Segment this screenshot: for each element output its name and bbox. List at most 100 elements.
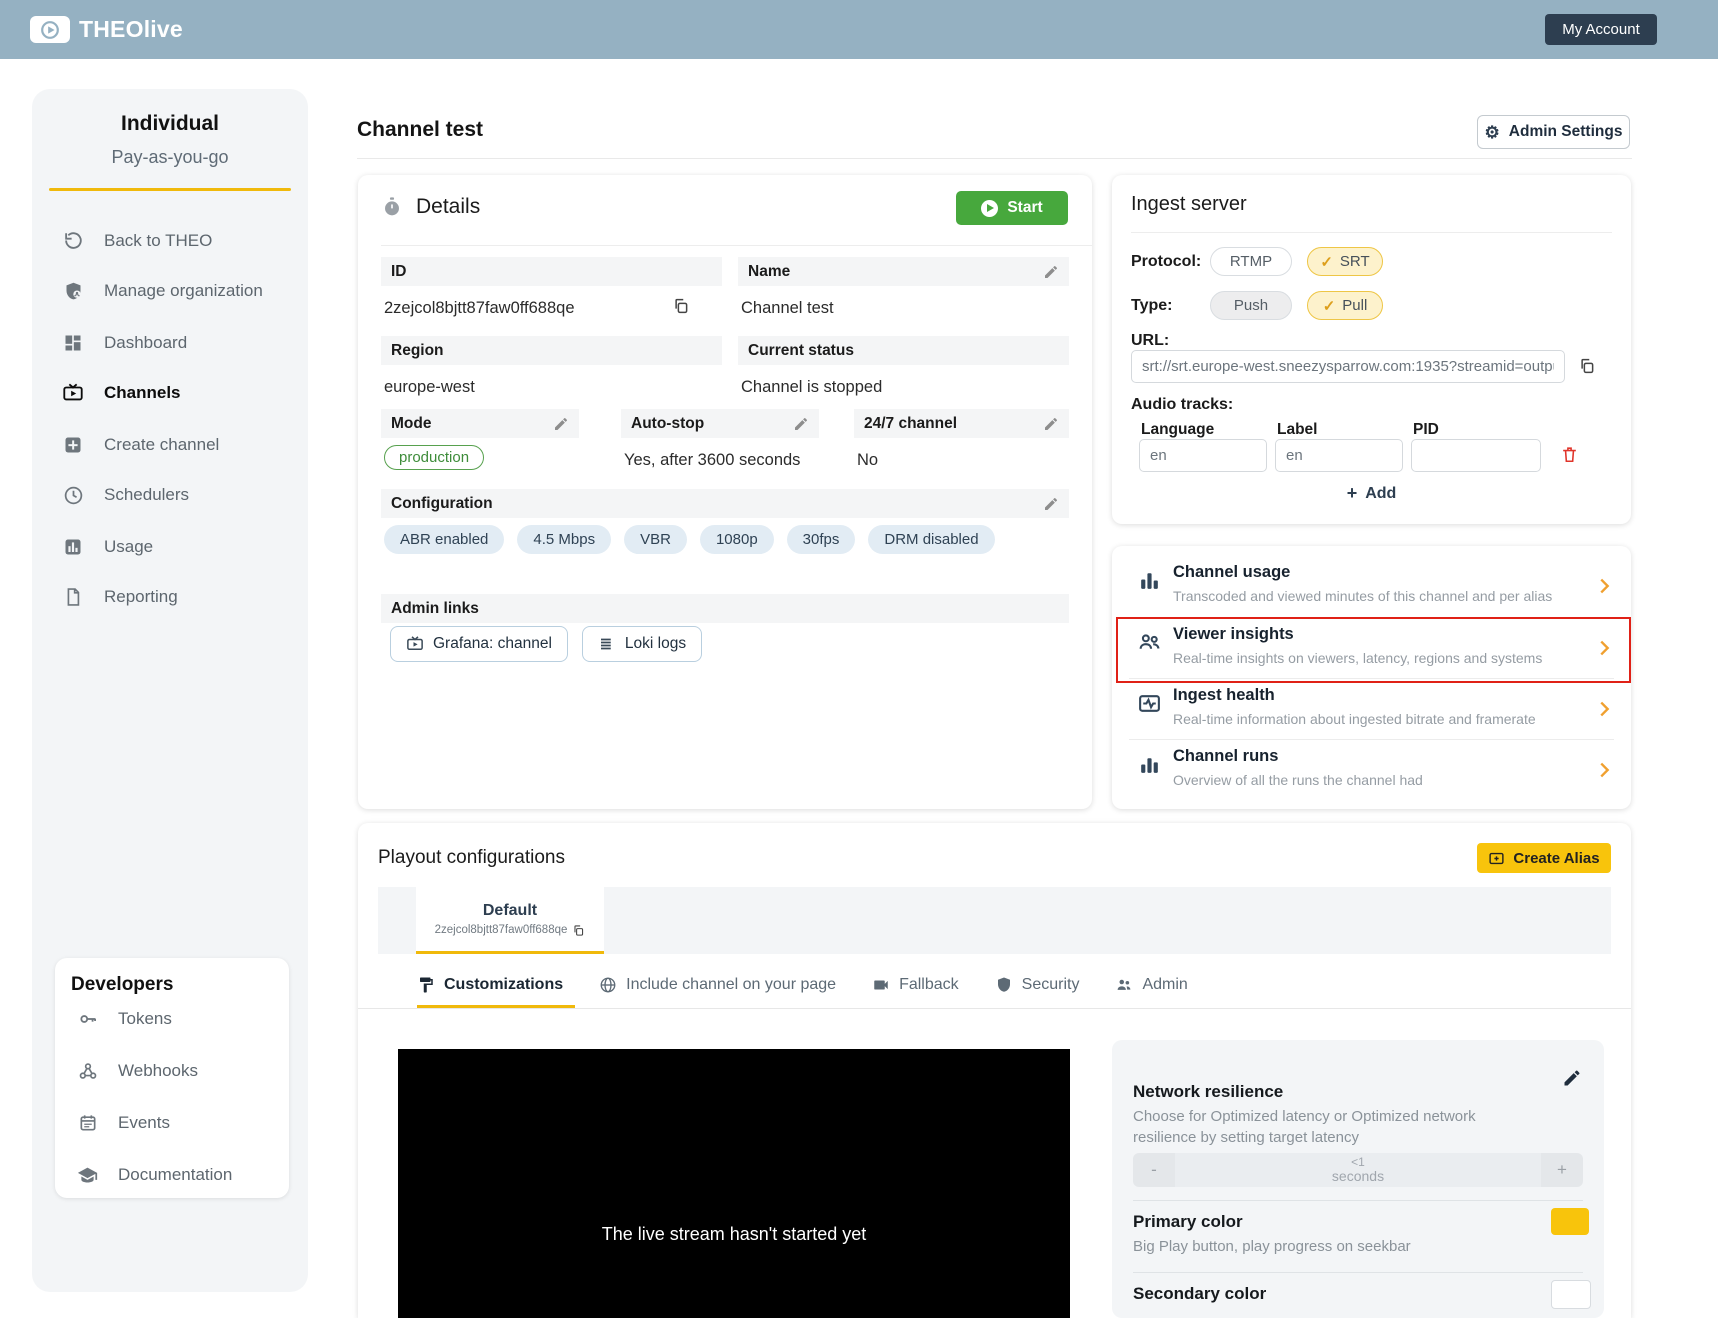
alias-tab-default[interactable]: Default 2zejcol8bjtt87faw0ff688qe bbox=[416, 887, 604, 954]
dashboard-icon bbox=[62, 332, 84, 354]
edit-configuration-icon[interactable] bbox=[1043, 496, 1059, 512]
sidebar-item-dashboard[interactable]: Dashboard bbox=[62, 329, 187, 357]
details-divider bbox=[381, 245, 1092, 246]
channel-runs-title: Channel runs bbox=[1173, 747, 1278, 766]
panel-divider bbox=[1133, 1200, 1583, 1201]
channel-runs-row[interactable]: Channel runs Overview of all the runs th… bbox=[1112, 740, 1631, 801]
config-chip: ABR enabled bbox=[384, 525, 504, 554]
my-account-button[interactable]: My Account bbox=[1545, 14, 1657, 45]
sidebar-item-channels[interactable]: Channels bbox=[62, 379, 181, 407]
copy-id-icon[interactable] bbox=[672, 297, 690, 315]
list-icon bbox=[598, 635, 616, 653]
viewer-insights-row[interactable]: Viewer insights Real-time insights on vi… bbox=[1112, 618, 1631, 679]
tab-security[interactable]: Security bbox=[995, 976, 1080, 994]
playout-tabs: Customizations Include channel on your p… bbox=[417, 966, 1188, 1004]
tab-admin[interactable]: Admin bbox=[1115, 976, 1187, 994]
stepper-minus-button[interactable]: - bbox=[1133, 1153, 1175, 1187]
brand-name: THEOlive bbox=[79, 16, 183, 43]
status-label-strip: Current status bbox=[738, 336, 1069, 365]
sidebar: Individual Pay-as-you-go Back to THEO Ma… bbox=[32, 89, 308, 1292]
autostop-label-strip: Auto-stop bbox=[621, 409, 819, 438]
sidebar-item-schedulers[interactable]: Schedulers bbox=[62, 481, 189, 509]
ingest-server-card: Ingest server Protocol: RTMP ✓ SRT Type:… bbox=[1112, 175, 1631, 524]
channel247-value: No bbox=[857, 451, 878, 470]
developers-card: Developers Tokens Webhooks Events Docume… bbox=[55, 958, 289, 1198]
type-pull-button[interactable]: ✓ Pull bbox=[1307, 291, 1383, 320]
channel-usage-row[interactable]: Channel usage Transcoded and viewed minu… bbox=[1112, 556, 1631, 617]
globe-icon bbox=[599, 976, 617, 994]
edit-channel247-icon[interactable] bbox=[1043, 416, 1059, 432]
sidebar-item-documentation[interactable]: Documentation bbox=[77, 1162, 232, 1188]
mode-label: Mode bbox=[391, 415, 431, 433]
configuration-label: Configuration bbox=[391, 495, 493, 513]
tab-fallback[interactable]: Fallback bbox=[872, 976, 959, 994]
video-player[interactable]: The live stream hasn't started yet bbox=[398, 1049, 1070, 1318]
sidebar-item-reporting[interactable]: Reporting bbox=[62, 583, 178, 611]
bar-chart-icon bbox=[1137, 568, 1162, 593]
audio-pid-input[interactable] bbox=[1411, 439, 1541, 472]
type-pull-label: Pull bbox=[1342, 297, 1367, 314]
add-label: Add bbox=[1365, 485, 1396, 503]
audio-label-input[interactable] bbox=[1275, 439, 1403, 472]
admin-settings-button[interactable]: ⚙ Admin Settings bbox=[1477, 115, 1630, 149]
tab-include-channel[interactable]: Include channel on your page bbox=[599, 976, 836, 994]
configuration-label-strip: Configuration bbox=[381, 489, 1069, 518]
start-button[interactable]: Start bbox=[956, 191, 1068, 225]
edit-name-icon[interactable] bbox=[1043, 264, 1059, 280]
type-push-button[interactable]: Push bbox=[1210, 291, 1292, 320]
sidebar-item-events[interactable]: Events bbox=[77, 1110, 170, 1136]
sidebar-item-usage[interactable]: Usage bbox=[62, 533, 153, 561]
secondary-color-title: Secondary color bbox=[1133, 1284, 1266, 1304]
people-icon bbox=[1115, 976, 1133, 994]
copy-alias-id-icon[interactable] bbox=[572, 924, 585, 937]
ingest-health-row[interactable]: Ingest health Real-time information abou… bbox=[1112, 679, 1631, 740]
autostop-value: Yes, after 3600 seconds bbox=[624, 451, 800, 470]
id-label: ID bbox=[391, 263, 407, 281]
protocol-rtmp-button[interactable]: RTMP bbox=[1210, 247, 1292, 276]
grafana-channel-button[interactable]: Grafana: channel bbox=[390, 626, 568, 662]
tab-customizations[interactable]: Customizations bbox=[417, 976, 563, 994]
primary-color-swatch[interactable] bbox=[1551, 1208, 1589, 1235]
network-resilience-title: Network resilience bbox=[1133, 1082, 1283, 1102]
ingest-health-desc: Real-time information about ingested bit… bbox=[1173, 711, 1536, 727]
edit-mode-icon[interactable] bbox=[553, 416, 569, 432]
edit-autostop-icon[interactable] bbox=[793, 416, 809, 432]
copy-url-icon[interactable] bbox=[1578, 357, 1596, 375]
sidebar-item-label: Documentation bbox=[118, 1165, 232, 1185]
sidebar-item-manage-organization[interactable]: Manage organization bbox=[62, 277, 263, 305]
tab-label: Admin bbox=[1142, 976, 1187, 994]
playout-configurations-card: Playout configurations Create Alias Defa… bbox=[358, 823, 1631, 1318]
status-label: Current status bbox=[748, 342, 854, 360]
create-alias-button[interactable]: Create Alias bbox=[1477, 843, 1611, 873]
bar-chart-icon bbox=[1137, 752, 1162, 777]
chevron-right-icon bbox=[1593, 698, 1615, 720]
add-audio-track-button[interactable]: + Add bbox=[1112, 483, 1631, 504]
edit-network-resilience-icon[interactable] bbox=[1562, 1068, 1582, 1088]
audio-language-input[interactable] bbox=[1139, 439, 1267, 472]
status-value: Channel is stopped bbox=[741, 378, 882, 397]
sidebar-item-back-to-theo[interactable]: Back to THEO bbox=[62, 227, 212, 255]
protocol-srt-button[interactable]: ✓ SRT bbox=[1307, 247, 1383, 276]
loki-logs-button[interactable]: Loki logs bbox=[582, 626, 702, 662]
insight-links-card: Channel usage Transcoded and viewed minu… bbox=[1112, 546, 1631, 809]
org-plan: Pay-as-you-go bbox=[32, 147, 308, 168]
channel247-label: 24/7 channel bbox=[864, 415, 957, 433]
stepper-plus-button[interactable]: + bbox=[1541, 1153, 1583, 1187]
tabs-divider bbox=[358, 1008, 1631, 1009]
sidebar-item-tokens[interactable]: Tokens bbox=[77, 1006, 172, 1032]
brand-logo[interactable]: THEOlive bbox=[30, 16, 183, 43]
delete-audio-track-icon[interactable] bbox=[1560, 445, 1579, 464]
audio-tracks-label: Audio tracks: bbox=[1131, 396, 1233, 414]
panel-divider bbox=[1133, 1272, 1583, 1273]
viewer-insights-desc: Real-time insights on viewers, latency, … bbox=[1173, 650, 1542, 666]
config-chip: DRM disabled bbox=[868, 525, 994, 554]
sidebar-item-create-channel[interactable]: Create channel bbox=[62, 431, 219, 459]
secondary-color-swatch[interactable] bbox=[1551, 1280, 1591, 1309]
title-divider bbox=[357, 158, 1632, 159]
sidebar-item-webhooks[interactable]: Webhooks bbox=[77, 1058, 198, 1084]
mode-label-strip: Mode bbox=[381, 409, 579, 438]
url-input[interactable] bbox=[1131, 350, 1565, 383]
chevron-right-icon bbox=[1593, 575, 1615, 597]
name-label: Name bbox=[748, 263, 790, 281]
ingest-health-title: Ingest health bbox=[1173, 686, 1275, 705]
